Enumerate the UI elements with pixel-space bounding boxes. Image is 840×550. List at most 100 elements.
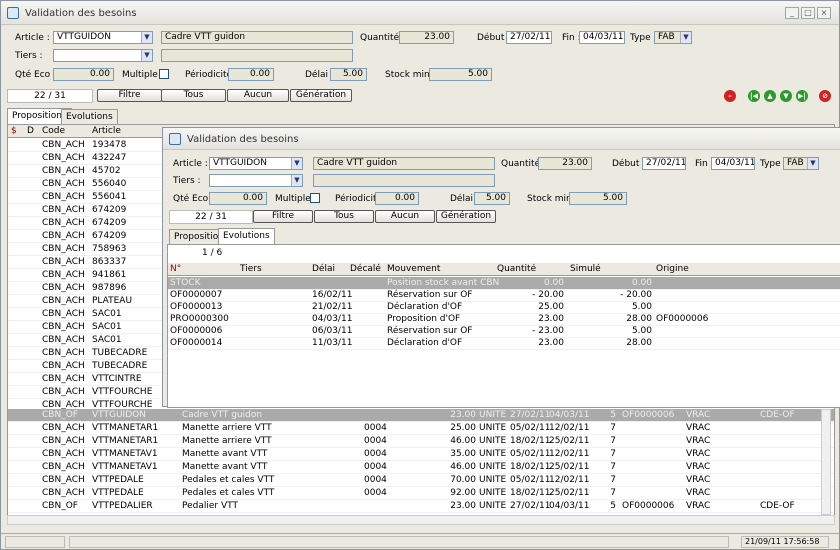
col-simule[interactable]: Simulé	[570, 264, 601, 274]
table-cell: STOCK	[170, 278, 201, 288]
table-cell: VRAC	[686, 475, 711, 485]
table-cell: Proposition d'OF	[387, 314, 461, 324]
table-cell: 18/02/11	[510, 488, 551, 498]
table-cell: VRAC	[686, 488, 711, 498]
table-row[interactable]: OF0000014 11/03/11 Déclaration d'OF 23.00 28…	[168, 337, 840, 350]
next-record-icon[interactable]: ▼	[780, 90, 792, 102]
col-origine[interactable]: Origine	[656, 264, 689, 274]
evolutions-window: Validation des besoins Article : VTTGUID…	[162, 127, 840, 408]
table-cell: 11/03/11	[312, 338, 353, 348]
table-cell: CBN_ACH	[42, 475, 85, 485]
debut-field[interactable]: 27/02/11	[642, 157, 686, 170]
col-tiers[interactable]: Tiers	[240, 264, 262, 274]
chevron-down-icon[interactable]: ▼	[291, 175, 302, 186]
table-cell: 556041	[92, 192, 127, 202]
table-cell: CBN_ACH	[42, 270, 85, 280]
table-cell: UNITE	[479, 462, 507, 472]
last-record-icon[interactable]: ▶|	[796, 90, 808, 102]
table-cell: OF0000014	[170, 338, 223, 348]
tiers-combo[interactable]: ▼	[209, 174, 303, 187]
table-cell: Manette avant VTT	[182, 449, 268, 459]
filtre-button[interactable]: Filtre	[97, 89, 162, 102]
tous-button[interactable]: Tous	[314, 210, 374, 223]
table-cell: 7	[610, 488, 616, 498]
table-cell: 0004	[364, 462, 387, 472]
filtre-button[interactable]: Filtre	[253, 210, 313, 223]
table-cell: 46.00	[450, 436, 476, 446]
article-combo[interactable]: VTTGUIDON ▼	[53, 31, 153, 44]
table-cell: CBN_ACH	[42, 179, 85, 189]
stock-mini-field[interactable]: 5.00	[429, 68, 492, 81]
maximize-button[interactable]: □	[801, 7, 815, 19]
type-combo[interactable]: FAB ▼	[654, 31, 692, 44]
table-row[interactable]: CBN_ACH VTTMANETAR1 Manette arriere VTT 000…	[8, 422, 834, 435]
minimize-button[interactable]: _	[785, 7, 799, 19]
table-cell: CBN_ACH	[42, 218, 85, 228]
col-numero[interactable]: N°	[170, 264, 181, 274]
col-mouvement[interactable]: Mouvement	[387, 264, 440, 274]
cancel-icon[interactable]: ⊘	[819, 90, 831, 102]
table-row[interactable]: CBN_ACH VTTMANETAR1 Manette arriere VTT 000…	[8, 435, 834, 448]
table-row[interactable]: CBN_ACH VTTPEDALE Pedales et cales VTT 0004…	[8, 487, 834, 500]
aucun-button[interactable]: Aucun	[375, 210, 435, 223]
qte-eco-field[interactable]: 0.00	[209, 192, 267, 205]
table-row[interactable]: CBN_OF VTTPEDALIER Pedalier VTT 23.00 UNITE 2…	[8, 500, 834, 513]
table-cell: - 20.00	[532, 290, 564, 300]
chevron-down-icon[interactable]: ▼	[291, 158, 302, 169]
multiple-checkbox[interactable]	[310, 193, 320, 203]
chevron-down-icon[interactable]: ▼	[141, 50, 152, 61]
table-row[interactable]: CBN_ACH VTTPEDALE Pedales et cales VTT 0004…	[8, 474, 834, 487]
chevron-down-icon[interactable]: ▼	[141, 32, 152, 43]
col-dollar[interactable]: $	[11, 126, 17, 136]
multiple-label: Multiple :	[122, 70, 164, 80]
type-combo[interactable]: FAB ▼	[783, 157, 819, 170]
chevron-down-icon[interactable]: ▼	[680, 32, 691, 43]
col-d[interactable]: D	[27, 126, 34, 136]
generation-button[interactable]: Génération	[290, 89, 352, 102]
tiers-combo[interactable]: ▼	[53, 49, 153, 62]
horizontal-scrollbar[interactable]	[7, 515, 835, 525]
previous-record-icon[interactable]: ▲	[764, 90, 776, 102]
table-cell: SAC01	[92, 309, 122, 319]
multiple-checkbox[interactable]	[159, 69, 169, 79]
tab-evolutions[interactable]: Evolutions	[61, 109, 118, 124]
first-record-icon[interactable]: |◀	[748, 90, 760, 102]
fin-field[interactable]: 04/03/11	[579, 31, 625, 44]
periodicite-field[interactable]: 0.00	[228, 68, 274, 81]
tab-evolutions[interactable]: Evolutions	[218, 228, 275, 244]
qte-eco-field[interactable]: 0.00	[53, 68, 114, 81]
debut-field[interactable]: 27/02/11	[506, 31, 552, 44]
stop-icon[interactable]: –	[724, 90, 736, 102]
tous-button[interactable]: Tous	[161, 89, 226, 102]
generation-button[interactable]: Génération	[436, 210, 496, 223]
quantite-field[interactable]: 23.00	[399, 31, 454, 44]
table-cell: 21/02/11	[312, 302, 353, 312]
col-decale[interactable]: Décalé	[350, 264, 381, 274]
table-cell: 23.00	[450, 410, 476, 420]
table-row[interactable]: CBN_OF VTTGUIDON Cadre VTT guidon 23.00 UNIT…	[8, 409, 834, 422]
table-cell: Pedalier VTT	[182, 501, 238, 511]
aucun-button[interactable]: Aucun	[227, 89, 289, 102]
fin-field[interactable]: 04/03/11	[711, 157, 755, 170]
table-cell: UNITE	[479, 449, 507, 459]
quantite-field[interactable]: 23.00	[538, 157, 592, 170]
delai-field[interactable]: 5.00	[474, 192, 510, 205]
col-delai[interactable]: Délai	[312, 264, 335, 274]
article-label: Article :	[15, 33, 50, 43]
stock-mini-field[interactable]: 5.00	[569, 192, 627, 205]
article-combo[interactable]: VTTGUIDON ▼	[209, 157, 303, 170]
vertical-scrollbar[interactable]	[821, 409, 831, 515]
table-cell: CBN_ACH	[42, 436, 85, 446]
col-quantite[interactable]: Quantité	[497, 264, 536, 274]
table-row[interactable]: CBN_ACH VTTMANETAV1 Manette avant VTT 0004 4…	[8, 461, 834, 474]
delai-field[interactable]: 5.00	[330, 68, 367, 81]
col-article[interactable]: Article	[92, 126, 121, 136]
table-row[interactable]: CBN_ACH VTTMANETAV1 Manette avant VTT 0004 3…	[8, 448, 834, 461]
table-cell: CBN_ACH	[42, 322, 85, 332]
table-cell: VRAC	[686, 449, 711, 459]
periodicite-field[interactable]: 0.00	[375, 192, 419, 205]
col-code[interactable]: Code	[42, 126, 65, 136]
close-button[interactable]: ×	[817, 7, 831, 19]
table-cell: VTTMANETAV1	[92, 462, 158, 472]
chevron-down-icon[interactable]: ▼	[807, 158, 818, 169]
